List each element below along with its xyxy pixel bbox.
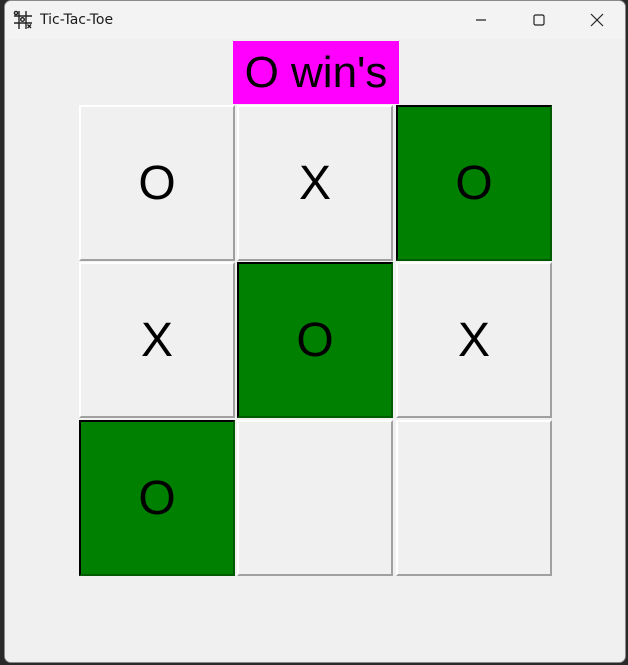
minimize-button[interactable] (452, 1, 510, 39)
cell-2-1[interactable] (237, 420, 393, 576)
cell-0-1[interactable]: X (237, 105, 393, 261)
game-board: O X O X O X O (79, 105, 553, 577)
cell-1-2[interactable]: X (396, 262, 552, 418)
close-icon (590, 13, 604, 27)
maximize-icon (533, 14, 545, 26)
app-window: Tic-Tac-Toe O win's O X O X O X O (4, 0, 626, 663)
cell-2-2[interactable] (396, 420, 552, 576)
close-button[interactable] (568, 1, 625, 39)
minimize-icon (476, 19, 486, 21)
status-label: O win's (233, 41, 399, 104)
cell-1-0[interactable]: X (79, 262, 235, 418)
game-area: O win's O X O X O X O (5, 39, 625, 662)
cell-1-1[interactable]: O (237, 262, 393, 418)
cell-2-0[interactable]: O (79, 420, 235, 576)
cell-0-2[interactable]: O (396, 105, 552, 261)
hash-grid-icon (13, 10, 33, 30)
title-bar[interactable]: Tic-Tac-Toe (5, 1, 625, 39)
cell-0-0[interactable]: O (79, 105, 235, 261)
window-title: Tic-Tac-Toe (40, 12, 114, 28)
maximize-button[interactable] (510, 1, 568, 39)
